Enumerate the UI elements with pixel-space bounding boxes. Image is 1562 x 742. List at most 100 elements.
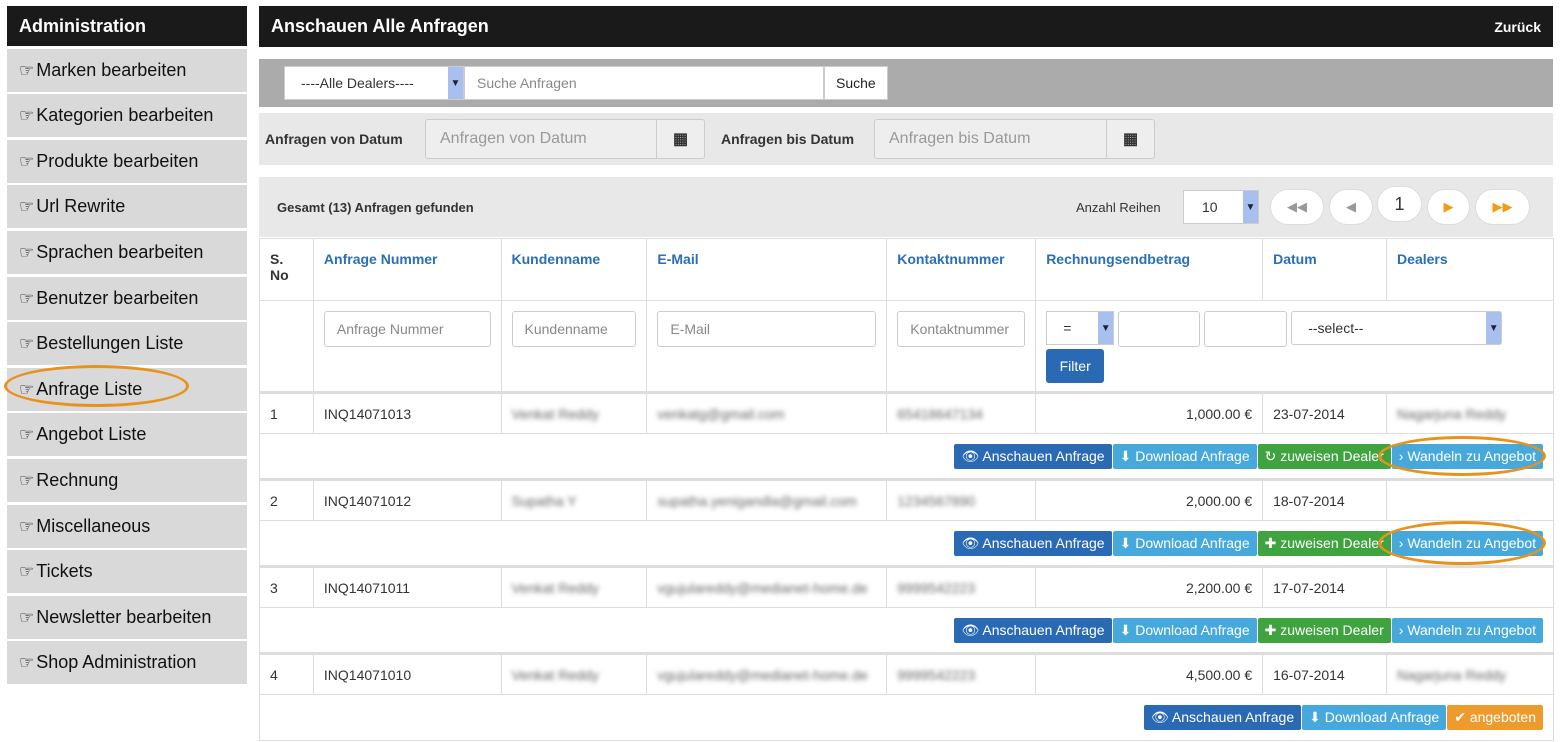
sidebar-item[interactable]: ☞ Url Rewrite (7, 185, 247, 229)
search-button[interactable]: Suche (824, 66, 888, 100)
row-number: 2 (259, 478, 314, 521)
inquiry-number: INQ14071011 (312, 565, 502, 608)
contact-number: 1234567890 (886, 478, 1037, 521)
action-label: Download Anfrage (1135, 447, 1250, 464)
from-date-label: Anfragen von Datum (265, 131, 403, 147)
customer-name: Venkat Reddy (500, 565, 648, 608)
action-button[interactable]: 👁 Anschauen Anfrage (954, 617, 1112, 643)
hand-pointing-right-icon: ☞ (19, 425, 35, 445)
filter-nummer-input[interactable]: Anfrage Nummer (323, 311, 491, 347)
sidebar-item[interactable]: ☞ Sprachen bearbeiten (7, 230, 247, 274)
action-button[interactable]: ✔ angeboten (1447, 705, 1543, 730)
action-label: Anschauen Anfrage (1171, 709, 1295, 725)
sidebar-item[interactable]: ☞ Rechnung (7, 458, 247, 502)
eye-icon: 👁 (961, 534, 980, 551)
last-page-button[interactable]: ▶▶ (1475, 189, 1530, 225)
amount-min-input[interactable] (1118, 311, 1201, 347)
date: 18-07-2014 (1262, 478, 1388, 521)
summary-bar: Gesamt (13) Anfragen gefunden Anzahl Rei… (259, 177, 1553, 237)
table-row: 2 INQ14071012 Supatha Y supatha.yenigand… (259, 478, 1554, 521)
sidebar-item-label: Bestellungen Liste (36, 333, 184, 354)
dealer: Nagarjuna Reddy (1386, 652, 1554, 695)
action-row: 👁 Anschauen Anfrage ⬇ Download Anfrage ↻ z… (259, 433, 1554, 480)
contact-number: 9999542223 (886, 652, 1037, 695)
action-button[interactable]: › Wandeln zu Angebot (1391, 617, 1543, 643)
sidebar: Administration ☞ Marken bearbeiten ☞ Katego… (7, 6, 247, 685)
to-date-field[interactable]: Anfragen bis Datum ▦ (874, 119, 1155, 159)
column-header[interactable]: Kundenname (500, 238, 648, 301)
table-row: 4 INQ14071010 Venkat Reddy vgujulareddy@… (259, 652, 1554, 695)
from-date-placeholder: Anfragen von Datum (440, 130, 587, 147)
hand-pointing-right-icon: ☞ (19, 470, 35, 490)
action-label: Download Anfrage (1135, 534, 1250, 551)
email: venkatg@gmail.com (646, 391, 888, 434)
sidebar-item[interactable]: ☞ Miscellaneous (7, 504, 247, 548)
filter-kunde-input[interactable]: Kundenname (511, 311, 637, 347)
chevron-down-icon: ▼ (1098, 312, 1114, 344)
action-button[interactable]: ⬇ Download Anfrage (1112, 443, 1257, 469)
action-button[interactable]: ✚ zuweisen Dealer (1257, 530, 1391, 556)
action-button[interactable]: ⬇ Download Anfrage (1112, 617, 1257, 643)
sidebar-item-label: Rechnung (36, 469, 119, 490)
sidebar-item[interactable]: ☞ Marken bearbeiten (7, 48, 247, 92)
sidebar-title: Administration (7, 6, 247, 46)
email: vgujulareddy@medianet-home.de (646, 652, 888, 695)
filter-email-input[interactable]: E-Mail (657, 311, 877, 347)
current-page[interactable]: 1 (1377, 186, 1422, 222)
sidebar-item[interactable]: ☞ Tickets (7, 550, 247, 594)
prev-page-button[interactable]: ◀ (1329, 189, 1373, 225)
row-number: 3 (259, 565, 314, 608)
action-label: zuweisen Dealer (1280, 534, 1384, 551)
back-link[interactable]: Zurück (1494, 19, 1541, 35)
highlight-circle (1378, 436, 1546, 476)
column-header[interactable]: Rechnungsendbetrag (1035, 238, 1264, 301)
filter-button[interactable]: Filter (1046, 349, 1105, 383)
dealer-select[interactable]: ----Alle Dealers---- ▼ (284, 66, 464, 100)
action-button[interactable]: ✚ zuweisen Dealer (1257, 617, 1391, 643)
sidebar-item[interactable]: ☞ Angebot Liste (7, 413, 247, 457)
dealer-filter-select[interactable]: --select-- ▼ (1291, 311, 1503, 345)
sidebar-item[interactable]: ☞ Benutzer bearbeiten (7, 276, 247, 320)
rows-select[interactable]: 10 ▼ (1183, 190, 1259, 224)
inquiry-number: INQ14071010 (312, 652, 502, 695)
inquiries-table: S. No Anfrage Nummer Kundenname E-Mail Konta… (259, 238, 1554, 741)
dealer (1386, 478, 1554, 521)
from-date-field[interactable]: Anfragen von Datum ▦ (425, 119, 705, 159)
action-label: Download Anfrage (1135, 621, 1250, 638)
inquiry-number: INQ14071012 (312, 478, 502, 521)
column-header: S. No (259, 238, 314, 301)
amount-max-input[interactable] (1204, 311, 1288, 347)
calendar-icon[interactable]: ▦ (656, 120, 704, 158)
column-header[interactable]: Anfrage Nummer (312, 238, 502, 301)
column-header[interactable]: Dealers (1386, 238, 1554, 301)
sidebar-item-label: Newsletter bearbeiten (36, 606, 212, 627)
rows-label: Anzahl Reihen (1076, 199, 1161, 215)
table-row: 1 INQ14071013 Venkat Reddy venkatg@gmail… (259, 391, 1554, 434)
next-page-button[interactable]: ▶ (1427, 189, 1470, 225)
sidebar-item[interactable]: ☞ Bestellungen Liste (7, 322, 247, 366)
action-button[interactable]: 👁 Anschauen Anfrage (1144, 705, 1302, 730)
sidebar-item[interactable]: ☞ Produkte bearbeiten (7, 139, 247, 183)
action-button[interactable]: ⬇ Download Anfrage (1112, 530, 1257, 556)
filter-kontakt-input[interactable]: Kontaktnummer (897, 311, 1026, 347)
calendar-icon[interactable]: ▦ (1106, 120, 1154, 158)
customer-name: Venkat Reddy (500, 391, 648, 434)
operator-select[interactable]: = ▼ (1046, 311, 1115, 345)
column-header[interactable]: E-Mail (646, 238, 888, 301)
sidebar-item[interactable]: ☞ Kategorien bearbeiten (7, 94, 247, 138)
sidebar-item[interactable]: ☞ Newsletter bearbeiten (7, 595, 247, 639)
action-button[interactable]: 👁 Anschauen Anfrage (954, 443, 1112, 469)
action-button[interactable]: ⬇ Download Anfrage (1302, 705, 1447, 730)
hand-pointing-right-icon: ☞ (19, 242, 35, 262)
action-label: Anschauen Anfrage (982, 447, 1105, 464)
highlight-circle (1378, 521, 1546, 565)
sidebar-item-label: Kategorien bearbeiten (36, 105, 214, 126)
search-input[interactable]: Suche Anfragen (464, 66, 824, 100)
action-button[interactable]: ↻ zuweisen Dealer (1257, 443, 1391, 469)
column-header[interactable]: Datum (1262, 238, 1388, 301)
first-page-button[interactable]: ◀◀ (1270, 189, 1324, 225)
sidebar-item[interactable]: ☞ Shop Administration (7, 641, 247, 685)
column-header[interactable]: Kontaktnummer (886, 238, 1037, 301)
highlight-circle (4, 365, 189, 407)
action-button[interactable]: 👁 Anschauen Anfrage (954, 530, 1112, 556)
